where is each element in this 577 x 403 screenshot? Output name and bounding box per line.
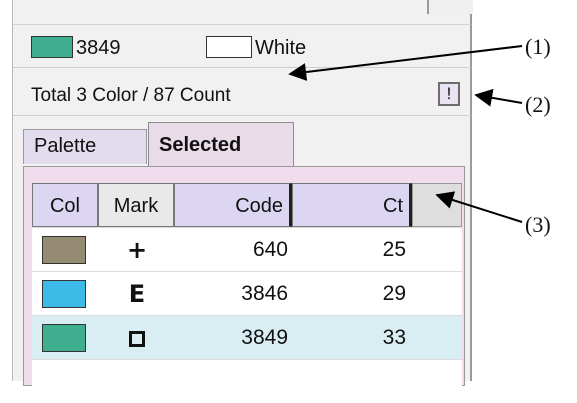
callout-arrow-2 <box>474 88 523 107</box>
selected-tab-content: Col Mark Code Ct + 640 25 E 3846 29 3849 <box>23 166 465 403</box>
row-color-swatch <box>42 324 86 352</box>
column-header-corner-button[interactable] <box>412 183 462 227</box>
row-count: 33 <box>382 326 406 349</box>
color-swatches-row: 3849 White <box>13 24 471 68</box>
square-mark-icon <box>100 316 174 360</box>
table-row-empty <box>32 359 462 403</box>
tab-palette[interactable]: Palette <box>23 129 147 164</box>
table-row[interactable]: E 3846 29 <box>32 271 462 315</box>
row-count: 25 <box>382 238 406 261</box>
background-color-swatch[interactable] <box>206 36 252 58</box>
background-color-label: White <box>255 37 307 59</box>
table-row[interactable]: + 640 25 <box>32 227 462 271</box>
column-header-code[interactable]: Code <box>174 183 292 227</box>
plus-mark-icon: + <box>126 236 148 264</box>
e-mark-icon: E <box>128 280 146 308</box>
tab-selected[interactable]: Selected <box>148 122 294 167</box>
column-header-mark[interactable]: Mark <box>98 183 174 227</box>
callout-label-3: (3) <box>525 212 551 237</box>
callout-label-1: (1) <box>525 34 551 59</box>
totals-row: Total 3 Color / 87 Count ! <box>13 70 471 116</box>
warning-button[interactable]: ! <box>438 82 460 106</box>
column-header-col[interactable]: Col <box>32 183 98 227</box>
callout-label-2: (2) <box>525 92 551 117</box>
color-summary-panel: 3849 White Total 3 Color / 87 Count ! Pa… <box>12 0 473 403</box>
row-color-swatch <box>42 236 86 264</box>
main-color-code: 3849 <box>76 37 121 59</box>
total-count-text: Total 3 Color / 87 Count <box>31 85 231 106</box>
row-count: 29 <box>382 282 406 305</box>
table-row-selected[interactable]: 3849 33 <box>32 315 462 359</box>
row-code: 3846 <box>241 282 288 305</box>
main-color-swatch[interactable] <box>31 36 73 58</box>
row-code: 3849 <box>241 326 288 349</box>
row-color-swatch <box>42 280 86 308</box>
panel-top-divider <box>427 0 473 14</box>
row-code: 640 <box>252 238 288 261</box>
column-header-count[interactable]: Ct <box>292 183 412 227</box>
